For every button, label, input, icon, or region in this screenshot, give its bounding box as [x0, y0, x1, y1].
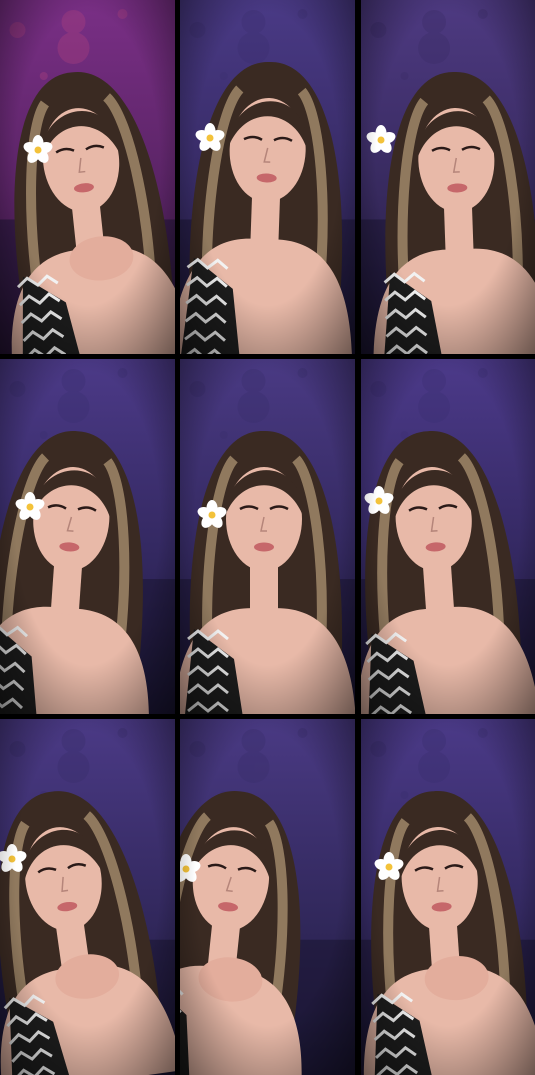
photo-cell-r3c2 [180, 719, 355, 1075]
photo-r1c1 [0, 0, 175, 354]
photo-cell-r3c3 [361, 719, 535, 1075]
photo-r1c2 [180, 0, 355, 354]
photo-r1c3 [361, 0, 535, 354]
photo-cell-r1c1 [0, 0, 175, 354]
photo-cell-r1c2 [180, 0, 355, 354]
photo-cell-r3c1 [0, 719, 175, 1075]
photo-cell-r2c3 [361, 359, 535, 714]
photo-cell-r2c2 [180, 359, 355, 714]
photo-r3c1 [0, 719, 175, 1075]
photo-r2c3 [361, 359, 535, 714]
photo-grid [0, 0, 535, 1075]
photo-r2c2 [180, 359, 355, 714]
photo-cell-r2c1 [0, 359, 175, 714]
photo-r3c3 [361, 719, 535, 1075]
photo-cell-r1c3 [361, 0, 535, 354]
photo-r2c1 [0, 359, 175, 714]
photo-r3c2 [180, 719, 355, 1075]
